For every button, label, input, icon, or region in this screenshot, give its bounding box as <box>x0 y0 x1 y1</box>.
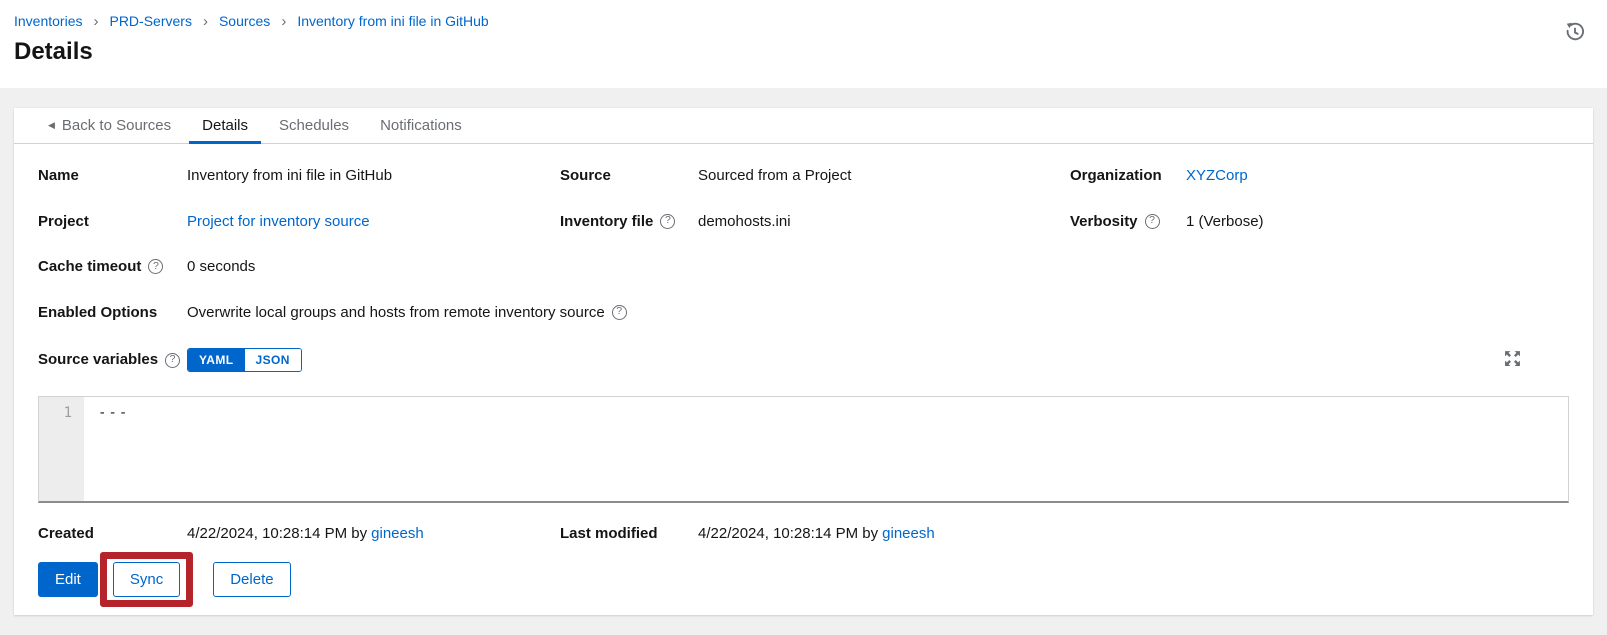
expand-icon[interactable] <box>1504 350 1521 370</box>
help-icon[interactable]: ? <box>1145 214 1160 229</box>
cache-timeout-label: Cache timeout ? <box>38 257 187 277</box>
edit-button[interactable]: Edit <box>38 562 98 597</box>
verbosity-value: 1 (Verbose) <box>1186 212 1569 232</box>
source-variables-label-text: Source variables <box>38 350 158 370</box>
tab-schedules[interactable]: Schedules <box>266 108 362 143</box>
sync-button[interactable]: Sync <box>113 562 180 597</box>
sync-highlight-annotation: Sync <box>100 552 193 607</box>
breadcrumb-prd-servers[interactable]: PRD-Servers <box>109 12 191 30</box>
yaml-toggle-button[interactable]: YAML <box>188 349 245 371</box>
breadcrumb: Inventories › PRD-Servers › Sources › In… <box>14 12 1585 30</box>
breadcrumb-sources[interactable]: Sources <box>219 12 270 30</box>
created-value: 4/22/2024, 10:28:14 PM by <box>187 524 367 544</box>
created-label: Created <box>38 524 187 544</box>
tab-back-label: Back to Sources <box>62 116 171 136</box>
cache-timeout-label-text: Cache timeout <box>38 257 141 277</box>
editor-content: --- <box>84 397 129 501</box>
history-icon <box>1565 22 1585 42</box>
name-value: Inventory from ini file in GitHub <box>187 166 560 186</box>
last-modified-value: 4/22/2024, 10:28:14 PM by <box>698 524 878 544</box>
enabled-options-value: Overwrite local groups and hosts from re… <box>187 303 1569 323</box>
editor-line-number: 1 <box>39 397 84 501</box>
details-card: ◀ Back to Sources Details Schedules Noti… <box>14 108 1593 615</box>
tab-notifications-label: Notifications <box>380 116 462 136</box>
delete-button[interactable]: Delete <box>213 562 290 597</box>
last-modified-user-link[interactable]: gineesh <box>882 524 935 544</box>
history-icon[interactable] <box>1565 22 1585 45</box>
help-icon[interactable]: ? <box>148 259 163 274</box>
breadcrumb-inventory-source[interactable]: Inventory from ini file in GitHub <box>297 12 488 30</box>
created-user-link[interactable]: gineesh <box>371 524 424 544</box>
help-icon[interactable]: ? <box>612 305 627 320</box>
enabled-options-text: Overwrite local groups and hosts from re… <box>187 303 605 323</box>
tab-details[interactable]: Details <box>189 108 261 143</box>
page-header: Inventories › PRD-Servers › Sources › In… <box>0 0 1607 88</box>
back-arrow-icon: ◀ <box>48 120 55 132</box>
tab-bar: ◀ Back to Sources Details Schedules Noti… <box>14 108 1593 144</box>
page-title: Details <box>14 36 1585 67</box>
verbosity-label: Verbosity ? <box>1070 212 1186 232</box>
organization-label: Organization <box>1070 166 1186 186</box>
project-link[interactable]: Project for inventory source <box>187 212 370 232</box>
tab-back-to-sources[interactable]: ◀ Back to Sources <box>35 108 184 143</box>
variables-format-toggle: YAML JSON <box>187 348 302 372</box>
tab-schedules-label: Schedules <box>279 116 349 136</box>
source-value: Sourced from a Project <box>698 166 1070 186</box>
audit-info: Created 4/22/2024, 10:28:14 PM by ginees… <box>38 524 1569 544</box>
tab-notifications[interactable]: Notifications <box>367 108 475 143</box>
project-label: Project <box>38 212 187 232</box>
inventory-file-label-text: Inventory file <box>560 212 653 232</box>
source-variables-label: Source variables ? <box>38 350 187 370</box>
source-variables-editor[interactable]: 1 --- <box>38 396 1569 503</box>
breadcrumb-inventories[interactable]: Inventories <box>14 12 82 30</box>
source-label: Source <box>560 166 698 186</box>
last-modified-label: Last modified <box>560 524 698 544</box>
name-label: Name <box>38 166 187 186</box>
inventory-file-value: demohosts.ini <box>698 212 1070 232</box>
chevron-right-icon: › <box>93 14 98 29</box>
inventory-file-label: Inventory file ? <box>560 212 698 232</box>
organization-link[interactable]: XYZCorp <box>1186 166 1248 186</box>
json-toggle-button[interactable]: JSON <box>245 349 301 371</box>
chevron-right-icon: › <box>203 14 208 29</box>
verbosity-label-text: Verbosity <box>1070 212 1138 232</box>
help-icon[interactable]: ? <box>165 353 180 368</box>
enabled-options-label: Enabled Options <box>38 303 187 323</box>
tab-details-label: Details <box>202 116 248 136</box>
cache-timeout-value: 0 seconds <box>187 257 1569 277</box>
help-icon[interactable]: ? <box>660 214 675 229</box>
chevron-right-icon: › <box>281 14 286 29</box>
details-list: Name Inventory from ini file in GitHub S… <box>38 166 1569 372</box>
action-buttons: Edit Sync Delete <box>38 552 1569 607</box>
